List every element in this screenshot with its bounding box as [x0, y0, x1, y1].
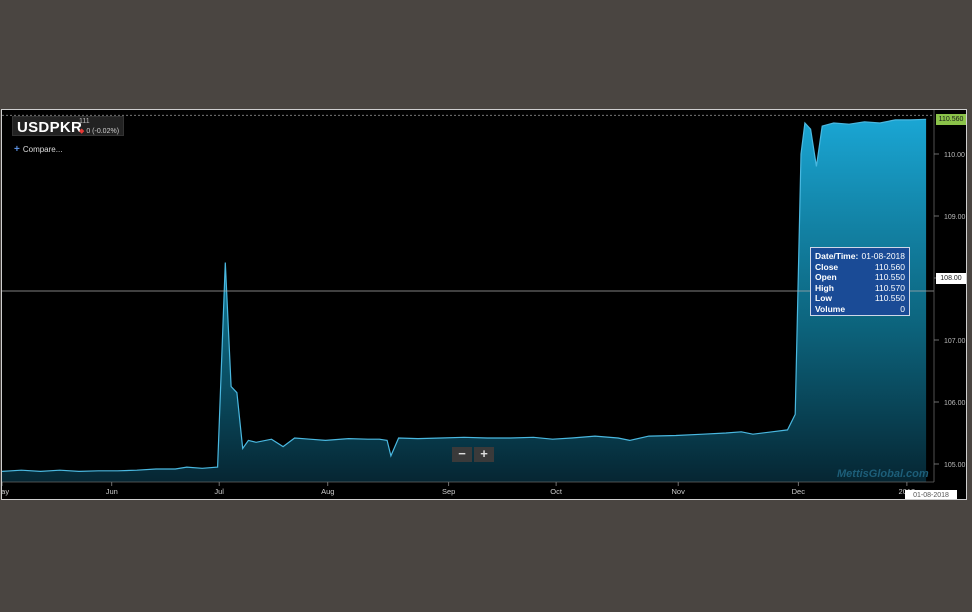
series-area	[2, 119, 927, 483]
tooltip-row: Date/Time: 01-08-2018	[815, 251, 905, 262]
watermark: MettisGlobal.com	[837, 468, 929, 480]
symbol-label: USDPKR	[17, 119, 83, 136]
price-change-text: 0 (-0.02%)	[86, 128, 120, 135]
tooltip-label: Close	[815, 261, 839, 272]
tooltip-label: Date/Time:	[815, 251, 859, 261]
tooltip-value: 01-08-2018	[861, 251, 905, 261]
compare-button[interactable]: + Compare...	[14, 144, 62, 155]
last-price-flag: 110.560	[936, 114, 966, 125]
x-tick-label: Jun	[106, 487, 118, 496]
compare-label: Compare...	[22, 145, 63, 154]
tooltip-value: 110.550	[874, 293, 905, 303]
tooltip-row: Close 110.560	[815, 262, 905, 273]
zoom-in-button[interactable]: +	[474, 447, 494, 462]
x-tick-label: Dec	[792, 487, 806, 496]
x-tick-label: Aug	[321, 487, 334, 496]
price-change: ◆ 0 (-0.02%)	[79, 127, 119, 135]
tooltip-label: Volume	[815, 303, 846, 314]
y-tick-label: 106.00	[944, 400, 966, 407]
series-line	[2, 118, 927, 473]
tooltip-value: 110.560	[874, 261, 905, 272]
tooltip-row: High 110.570	[815, 283, 905, 294]
x-tick-label: Nov	[671, 487, 685, 496]
quote-id: 111	[79, 118, 90, 125]
x-tick-label: Oct	[550, 487, 563, 496]
tooltip-value: 110.570	[874, 282, 905, 293]
tooltip-label: High	[815, 282, 834, 293]
tooltip-value: 110.550	[874, 272, 905, 282]
crosshair-price-flag: 108.00	[936, 273, 966, 284]
tooltip-row: Open 110.550	[815, 272, 905, 283]
tooltip-row: Low 110.550	[815, 293, 905, 304]
y-tick-label: 110.00	[944, 152, 965, 159]
x-tick-label: May	[2, 487, 9, 496]
y-tick-label: 107.00	[944, 338, 966, 345]
plus-icon: +	[14, 144, 20, 155]
zoom-out-button[interactable]: −	[452, 447, 472, 462]
y-tick-label: 109.00	[944, 214, 966, 221]
x-tick-label: Sep	[442, 487, 455, 496]
down-triangle-icon: ◆	[79, 128, 85, 135]
y-tick-label: 105.00	[944, 462, 966, 469]
tooltip-label: Open	[815, 272, 837, 282]
crosshair-date-flag: 01-08-2018	[905, 490, 957, 499]
x-tick-label: Jul	[214, 487, 224, 496]
data-tooltip: Date/Time: 01-08-2018 Close 110.560 Open 110.…	[810, 247, 910, 316]
zoom-controls: − +	[452, 447, 494, 462]
tooltip-value: 0	[900, 303, 905, 314]
tooltip-label: Low	[815, 293, 832, 303]
chart-frame: 105.00 106.00 107.00 108.00 109.00 110.00 May J…	[1, 109, 967, 500]
tooltip-row: Volume 0	[815, 304, 905, 315]
symbol-panel: USDPKR 111 ◆ 0 (-0.02%)	[12, 116, 124, 136]
